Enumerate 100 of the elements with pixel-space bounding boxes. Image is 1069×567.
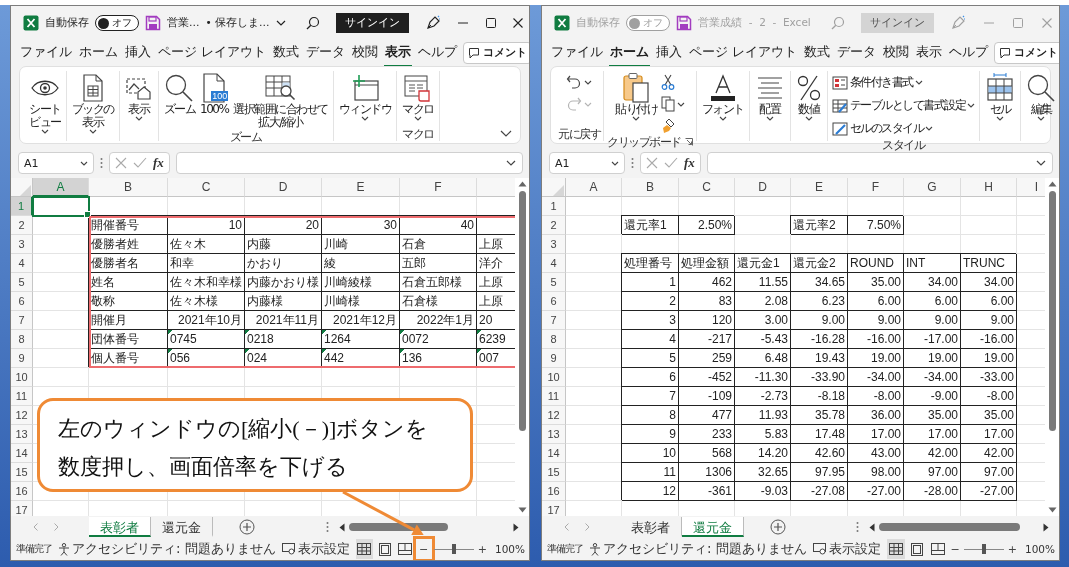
comment-button[interactable]: コメント — [994, 42, 1059, 64]
formula-field[interactable] — [706, 152, 1053, 174]
ribbon-tab[interactable]: 表示 — [915, 39, 944, 67]
scroll-left-icon[interactable] — [869, 522, 875, 532]
ribbon-tab[interactable]: ヘルプ — [948, 39, 990, 67]
ribbon-tab[interactable]: ファイル — [19, 39, 73, 67]
row-header[interactable]: 5 — [542, 273, 566, 292]
ribbon-tab[interactable]: ページ レイアウト — [157, 39, 268, 67]
ribbon-tab[interactable]: ページ レイアウト — [688, 39, 799, 67]
ribbon-button[interactable]: ウィンドウ — [336, 71, 394, 122]
ribbon-button[interactable] — [660, 95, 687, 113]
ribbon-tab[interactable]: データ — [836, 39, 878, 67]
ribbon-button[interactable]: 配置 — [752, 71, 787, 122]
sheet-tab[interactable]: 還元金 — [151, 517, 213, 537]
row-header[interactable]: 3 — [542, 235, 566, 254]
ribbon-tab[interactable]: 数式 — [272, 39, 301, 67]
zoom-in-button[interactable]: + — [476, 542, 488, 556]
ribbon-tab[interactable]: 挿入 — [124, 39, 152, 67]
ribbon-button[interactable]: セルのスタイル — [830, 119, 976, 138]
row-header[interactable]: 5 — [11, 273, 33, 292]
ribbon-button[interactable]: ズーム — [161, 71, 197, 117]
scrollbar-thumb[interactable] — [518, 191, 526, 432]
column-header[interactable]: I — [1017, 178, 1045, 197]
row-header[interactable]: 16 — [11, 482, 33, 501]
sign-in-button[interactable]: サインイン — [335, 13, 409, 33]
sheet-tab[interactable]: 表彰者 — [89, 517, 151, 537]
fill-handle[interactable] — [84, 211, 91, 218]
row-header[interactable]: 13 — [542, 425, 566, 444]
pen-icon[interactable] — [424, 15, 441, 31]
ribbon-button[interactable]: 選択範囲に合わせて 拡大/縮小 — [231, 71, 330, 130]
column-header[interactable]: D — [245, 178, 322, 197]
maximize-icon[interactable] — [484, 17, 497, 29]
save-icon[interactable] — [145, 15, 161, 31]
row-header[interactable]: 7 — [11, 311, 33, 330]
scrollbar-thumb[interactable] — [349, 523, 449, 531]
chevron-icon[interactable] — [275, 20, 286, 26]
row-header[interactable]: 12 — [542, 406, 566, 425]
ribbon-tab[interactable]: 校閲 — [351, 39, 380, 67]
vertical-scrollbar[interactable] — [515, 178, 529, 516]
row-header[interactable]: 17 — [11, 501, 33, 516]
column-header[interactable]: C — [168, 178, 245, 197]
name-box[interactable]: A1 — [549, 152, 625, 174]
accessibility-button[interactable]: アクセシビリティ: 問題ありません — [589, 540, 807, 558]
row-header[interactable]: 1 — [542, 197, 566, 216]
zoom-out-button[interactable]: − — [949, 542, 961, 556]
formula-field[interactable] — [175, 152, 523, 174]
ribbon-button[interactable]: 表示 — [122, 71, 155, 122]
ribbon-tab[interactable]: 校閲 — [882, 39, 911, 67]
ribbon-button[interactable]: ブックの 表示 — [69, 71, 116, 135]
active-cell[interactable] — [33, 197, 89, 216]
column-header[interactable]: C — [679, 178, 735, 197]
vertical-scrollbar[interactable] — [1045, 178, 1059, 516]
column-header[interactable]: B — [622, 178, 679, 197]
display-settings-button[interactable]: 表示設定 — [281, 540, 350, 558]
column-header[interactable]: B — [89, 178, 168, 197]
row-header[interactable]: 13 — [11, 425, 33, 444]
scrollbar-thumb[interactable] — [1048, 191, 1056, 432]
column-header[interactable]: A — [566, 178, 622, 197]
row-header[interactable]: 15 — [11, 463, 33, 482]
column-header[interactable]: G — [904, 178, 961, 197]
row-header[interactable]: 6 — [11, 292, 33, 311]
row-header[interactable]: 10 — [11, 368, 33, 387]
scrollbar-thumb[interactable] — [879, 523, 1020, 531]
row-header[interactable]: 2 — [542, 216, 566, 235]
row-header[interactable]: 14 — [11, 444, 33, 463]
row-header[interactable]: 8 — [11, 330, 33, 349]
add-sheet-icon[interactable] — [239, 519, 255, 535]
insert-function-button[interactable]: fx — [153, 155, 164, 171]
slider-thumb[interactable] — [451, 544, 456, 554]
ribbon-tab[interactable]: ファイル — [550, 39, 604, 67]
launcher-icon[interactable] — [684, 138, 693, 146]
row-header[interactable]: 9 — [542, 349, 566, 368]
ribbon-button[interactable]: 貼り付け — [613, 71, 660, 122]
sheet-tab[interactable]: 還元金 — [682, 517, 744, 537]
name-box[interactable]: A1 — [18, 152, 94, 174]
row-header[interactable]: 4 — [11, 254, 33, 273]
save-icon[interactable] — [676, 15, 692, 31]
row-header[interactable]: 10 — [542, 368, 566, 387]
row-header[interactable]: 2 — [11, 216, 33, 235]
row-header[interactable]: 7 — [542, 311, 566, 330]
row-header[interactable]: 11 — [542, 387, 566, 406]
search-icon[interactable] — [305, 16, 320, 30]
ribbon-button[interactable]: シート ビュー — [27, 71, 63, 135]
scroll-right-icon[interactable] — [513, 522, 519, 532]
normal-view-button[interactable] — [886, 539, 905, 559]
row-header[interactable]: 14 — [542, 444, 566, 463]
ribbon-button[interactable]: テーブルとして書式設定 — [830, 96, 976, 115]
row-header[interactable]: 9 — [11, 349, 33, 368]
ribbon-tab[interactable]: ヘルプ — [417, 39, 459, 67]
ribbon-button[interactable]: フォント — [699, 71, 746, 122]
row-header[interactable]: 17 — [542, 501, 566, 516]
ribbon-button[interactable]: 100 100% — [198, 71, 231, 117]
column-header[interactable]: D — [735, 178, 791, 197]
zoom-in-button[interactable]: + — [1006, 542, 1018, 556]
zoom-level[interactable]: 100% — [495, 543, 525, 555]
ribbon-tab[interactable]: ホーム — [78, 39, 119, 67]
ribbon-button[interactable]: 編集 — [1024, 71, 1058, 122]
ribbon-button[interactable]: セル — [983, 71, 1017, 122]
column-header[interactable]: F — [848, 178, 904, 197]
ribbon-tab[interactable]: 挿入 — [655, 39, 683, 67]
